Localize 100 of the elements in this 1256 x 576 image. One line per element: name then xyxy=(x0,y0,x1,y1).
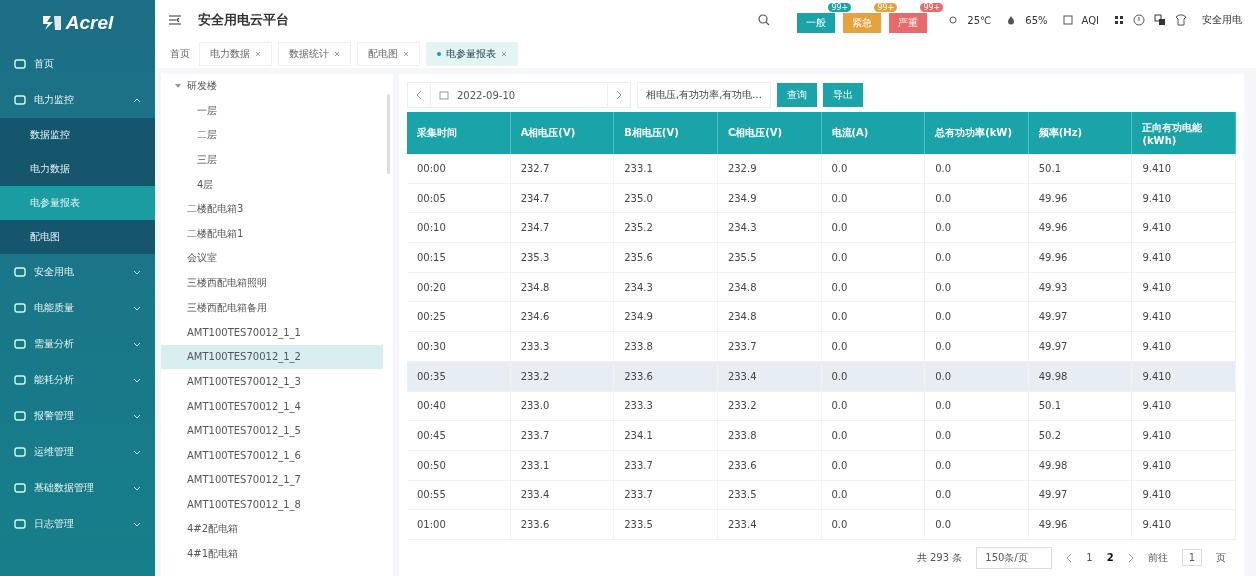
column-header: 频率(Hz) xyxy=(1028,112,1133,154)
tree-node[interactable]: AMT100TES70012_1_6 xyxy=(187,449,301,461)
previous-day-icon[interactable] xyxy=(416,90,422,100)
table-cell: 235.3 xyxy=(510,243,615,272)
menu-item[interactable]: 报警管理 xyxy=(0,398,155,434)
table-cell: 233.7 xyxy=(614,450,718,480)
column-header: 总有功功率(kW) xyxy=(925,112,1029,154)
parameter-select[interactable]: 相电压,有功功率,有功电... xyxy=(637,82,771,108)
page-tab[interactable]: 电参量报表 xyxy=(426,42,518,66)
next-page-icon[interactable] xyxy=(1127,552,1134,563)
table-row[interactable]: 00:15 235.3 235.6 235.5 0.0 0.0 49.96 9.410 xyxy=(407,243,1236,273)
table-cell: 234.8 xyxy=(717,302,822,332)
table-row[interactable]: 00:35 233.2 233.6 233.4 0.0 0.0 49.98 9.410 xyxy=(407,361,1236,392)
table-cell: 0.0 xyxy=(821,154,926,183)
tree-node[interactable]: 三层 xyxy=(161,147,383,173)
table-cell: 234.6 xyxy=(510,302,615,332)
tree-node[interactable]: AMT100TES70012_1_8 xyxy=(187,498,301,510)
table-row[interactable]: 00:05 234.7 235.0 234.9 0.0 0.0 49.96 9.410 xyxy=(407,183,1236,214)
table-cell: 233.8 xyxy=(717,421,822,450)
screen-icon[interactable] xyxy=(1154,14,1166,26)
table-cell: 233.6 xyxy=(717,450,822,480)
page-tab[interactable]: 配电图 xyxy=(357,42,420,66)
table-cell: 233.2 xyxy=(717,391,822,421)
table-cell: 235.0 xyxy=(614,183,718,213)
table-cell: 49.96 xyxy=(1028,213,1133,243)
table-row[interactable]: 00:40 233.0 233.3 233.2 0.0 0.0 50.1 9.410 xyxy=(407,391,1236,422)
table-cell: 232.7 xyxy=(510,154,615,183)
table-cell: 233.6 xyxy=(510,510,615,539)
tree-node[interactable]: 研发楼 xyxy=(187,79,217,94)
tree-node[interactable]: AMT100TES70012_1_3 xyxy=(187,375,301,387)
page-tab[interactable]: 电力数据 xyxy=(199,42,272,66)
total-count: 共 293 条 xyxy=(916,550,963,565)
tree-node[interactable]: AMT100TES70012_1_5 xyxy=(187,425,301,437)
close-icon[interactable] xyxy=(255,51,261,57)
goto-label: 前往 xyxy=(1147,550,1168,565)
table-row[interactable]: 00:25 234.6 234.9 234.8 0.0 0.0 49.97 9.410 xyxy=(407,302,1236,333)
table-cell: 9.410 xyxy=(1132,391,1236,421)
table-row[interactable]: 00:45 233.7 234.1 233.8 0.0 0.0 50.2 9.410 xyxy=(407,421,1236,451)
page-number[interactable]: 1 xyxy=(1086,552,1093,564)
scrollbar[interactable] xyxy=(387,94,390,174)
tree-node[interactable]: 二层 xyxy=(161,123,383,148)
table-cell: 49.96 xyxy=(1028,510,1133,539)
menu-item[interactable]: 电力监控 xyxy=(0,82,155,118)
close-icon[interactable] xyxy=(334,51,340,57)
table-row[interactable]: 00:20 234.8 234.3 234.8 0.0 0.0 49.93 9.410 xyxy=(407,272,1236,303)
table-cell: 00:20 xyxy=(407,272,511,302)
menu-item[interactable]: 运维管理 xyxy=(0,434,155,470)
table-row[interactable]: 00:55 233.4 233.7 233.5 0.0 0.0 49.97 9.410 xyxy=(407,480,1236,511)
table-cell: 9.410 xyxy=(1132,510,1236,539)
page-number[interactable]: 2 xyxy=(1106,552,1114,564)
page-tab[interactable]: 数据统计 xyxy=(278,42,351,66)
tree-node[interactable]: AMT100TES70012_1_1 xyxy=(187,326,301,338)
table-cell: 9.410 xyxy=(1132,183,1236,213)
table-cell: 233.5 xyxy=(614,510,718,539)
tree-node[interactable]: 二楼配电箱1 xyxy=(187,226,244,241)
tree-node[interactable]: 二楼配电箱3 xyxy=(187,202,244,217)
menu-item[interactable]: 电能质量 xyxy=(0,290,155,326)
shirt-icon[interactable] xyxy=(1175,14,1187,26)
user-name[interactable]: 安全用电 xyxy=(1202,13,1242,27)
tree-node[interactable]: 三楼西配电箱照明 xyxy=(187,276,267,291)
submenu-item[interactable]: 电力数据 xyxy=(0,152,155,186)
goto-field[interactable]: 1 xyxy=(1181,549,1202,567)
page-size-select[interactable]: 150条/页 xyxy=(976,546,1053,569)
caret-icon[interactable] xyxy=(175,83,181,90)
info-icon[interactable] xyxy=(1133,14,1145,26)
previous-page-icon[interactable] xyxy=(1066,552,1073,563)
menu-item[interactable]: 日志管理 xyxy=(0,506,155,542)
close-icon[interactable] xyxy=(403,51,409,57)
table-row[interactable]: 00:50 233.1 233.7 233.6 0.0 0.0 49.98 9.410 xyxy=(407,450,1236,481)
search-icon[interactable] xyxy=(758,14,771,26)
menu-item[interactable]: 能耗分析 xyxy=(0,362,155,398)
menu-item[interactable]: 基础数据管理 xyxy=(0,470,155,506)
grid-icon[interactable] xyxy=(1114,15,1124,25)
tree-node[interactable]: 4#1配电箱 xyxy=(187,546,239,561)
table-cell: 00:35 xyxy=(407,361,511,391)
tree-node[interactable]: 一层 xyxy=(161,98,383,124)
submenu-item[interactable]: 配电图 xyxy=(0,220,155,254)
table-cell: 49.96 xyxy=(1028,183,1133,213)
table-row[interactable]: 01:00 233.6 233.5 233.4 0.0 0.0 49.96 9.410 xyxy=(407,510,1236,540)
tree-node[interactable]: 4#2配电箱 xyxy=(187,522,239,536)
table-cell: 49.97 xyxy=(1028,302,1133,332)
tree-node[interactable]: 三楼西配电箱备用 xyxy=(187,300,267,315)
menu-item[interactable]: 需量分析 xyxy=(0,326,155,362)
menu-item[interactable]: 安全用电 xyxy=(0,254,155,290)
table-cell: 233.2 xyxy=(510,361,615,391)
table-cell: 9.410 xyxy=(1132,272,1236,302)
chevron-icon xyxy=(133,377,141,383)
table-row[interactable]: 00:10 234.7 235.2 234.3 0.0 0.0 49.96 9.410 xyxy=(407,213,1236,244)
close-icon[interactable] xyxy=(501,51,507,57)
table-row[interactable]: 00:30 233.3 233.8 233.7 0.0 0.0 49.97 9.410 xyxy=(407,332,1236,362)
menu-item[interactable]: 首页 xyxy=(0,46,155,82)
alarm-count: 99+ xyxy=(920,3,944,12)
tree-node[interactable]: 会议室 xyxy=(187,251,217,266)
table-row[interactable]: 00:00 232.7 233.1 232.9 0.0 0.0 50.1 9.410 xyxy=(407,154,1236,184)
chevron-icon xyxy=(133,413,141,419)
next-day-icon[interactable] xyxy=(616,90,622,100)
submenu-item[interactable]: 数据监控 xyxy=(0,118,155,152)
tree-node[interactable]: 4层 xyxy=(161,172,383,197)
tree-node[interactable]: AMT100TES70012_1_7 xyxy=(187,474,301,486)
tree-node[interactable]: AMT100TES70012_1_4 xyxy=(187,400,301,412)
